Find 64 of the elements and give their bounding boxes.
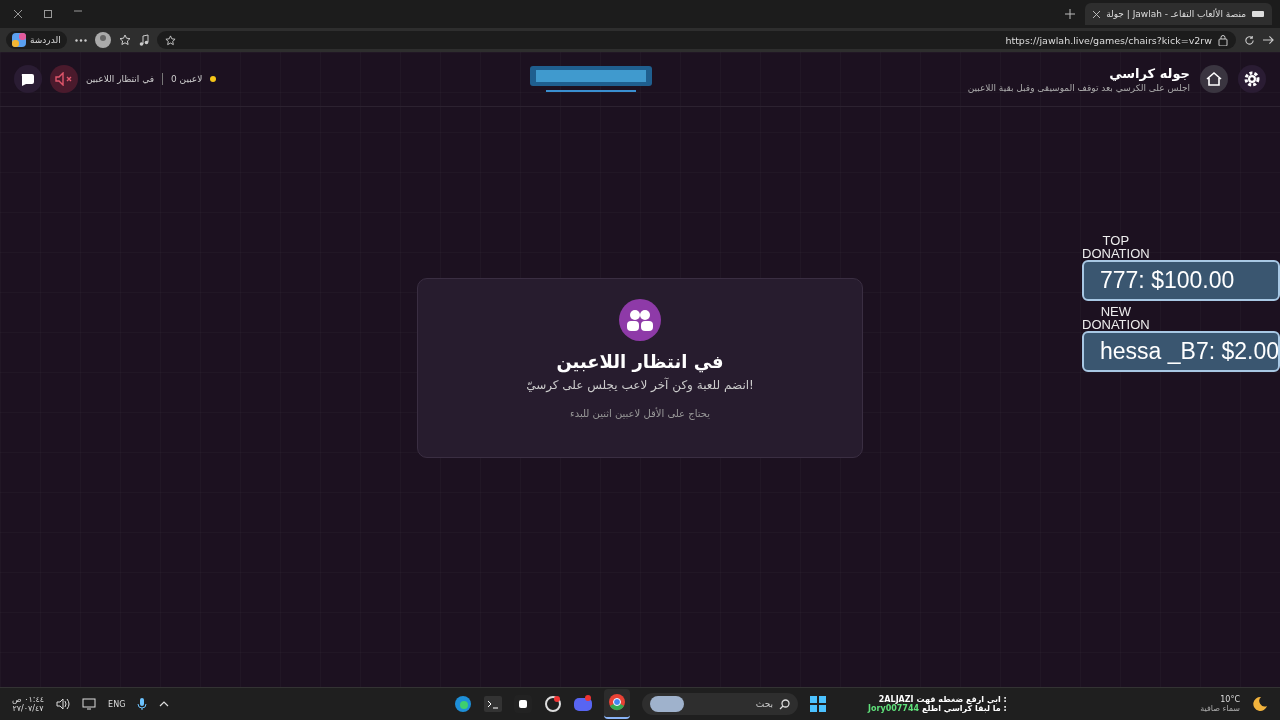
chat-button[interactable]: الدردشة: [6, 31, 67, 49]
search-icon: [779, 698, 790, 710]
star-icon[interactable]: [164, 34, 176, 46]
clock-time[interactable]: ٠١:٤٤ ص: [12, 695, 45, 704]
lock-icon: [1218, 34, 1228, 46]
tab-title: جولة | Jawlah - منصة الألعاب التفاعـ: [1106, 9, 1246, 19]
status-text: في انتظار اللاعبين: [86, 74, 154, 84]
chevron-up-icon[interactable]: [159, 701, 170, 707]
speaker-icon: [55, 72, 73, 86]
donation-box: hessa _B7: $2.00: [1082, 331, 1280, 372]
forward-icon[interactable]: [1263, 35, 1274, 45]
site-icon: [1252, 9, 1264, 19]
mute-button[interactable]: [50, 65, 78, 93]
chat-app-icon[interactable]: [574, 695, 592, 713]
home-icon: [1205, 70, 1223, 88]
terminal-icon[interactable]: [484, 695, 502, 713]
close-icon[interactable]: [1093, 10, 1101, 18]
donation-label: NEW DONATION: [1082, 305, 1150, 331]
game-subtitle: اجلس على الكرسي بعد توقف الموسيقى وقبل بقية اللاعبين: [967, 82, 1190, 93]
players-icon: [619, 299, 661, 341]
chat-user: 2ALJAZI: [878, 695, 914, 704]
chrome-icon: [608, 693, 626, 711]
close-icon[interactable]: [14, 10, 22, 18]
windows-icon[interactable]: [810, 696, 826, 712]
gear-icon: [1243, 70, 1261, 88]
chat-icon: [20, 71, 36, 87]
donation-box: 777: $100.00: [1082, 260, 1280, 301]
status-dot: [210, 76, 217, 82]
favorites-icon[interactable]: [118, 34, 131, 46]
game-title: جوله كراسي: [1109, 65, 1190, 81]
browser-icon[interactable]: [454, 695, 472, 713]
restore-icon[interactable]: [44, 10, 52, 18]
clock-date[interactable]: ٢٧/٠٧/٤٧: [12, 704, 44, 713]
moon-icon: [1252, 696, 1268, 712]
copilot-icon: [12, 33, 26, 47]
player-count: 0 لاعبين: [171, 74, 203, 84]
active-app[interactable]: [604, 689, 630, 719]
card-text: انضم للعبة وكن آخر لاعب يجلس على كرسيّ!: [526, 378, 754, 392]
new-tab-icon[interactable]: [1065, 9, 1076, 19]
language-indicator[interactable]: ENG: [108, 699, 126, 709]
search-field[interactable]: بحث: [642, 693, 798, 715]
monitor-icon[interactable]: [82, 698, 97, 710]
chat-message: : ما لبقا كراسي اطلع: [922, 704, 1007, 713]
volume-icon[interactable]: [56, 698, 71, 710]
profile-icon[interactable]: [94, 32, 111, 48]
refresh-icon[interactable]: [1244, 34, 1255, 46]
card-hint: يحتاج على الأقل لاعبين اثنين للبدء: [570, 408, 710, 419]
settings-button[interactable]: [1238, 65, 1266, 93]
card-title: في انتظار اللاعبين: [556, 351, 724, 372]
chat-user: Jory007744: [868, 704, 920, 713]
donation-label: TOP DONATION: [1082, 234, 1150, 260]
weather-text: سماء صافية: [1200, 704, 1240, 713]
temperature: 10°C: [1220, 695, 1240, 704]
address-bar[interactable]: https://jawlah.live/games/chairs?kick=v2rw: [156, 31, 1236, 49]
landscape-picture: [650, 696, 684, 712]
browser-tab[interactable]: جولة | Jawlah - منصة الألعاب التفاعـ: [1085, 3, 1272, 25]
music-icon[interactable]: [138, 34, 149, 46]
microphone-icon[interactable]: [137, 697, 148, 711]
app-icon[interactable]: [544, 695, 562, 713]
more-icon[interactable]: [74, 38, 87, 42]
chat-message: : ابي ارقع ضغطه قهت: [916, 695, 1007, 704]
home-button[interactable]: [1200, 65, 1228, 93]
url-text[interactable]: https://jawlah.live/games/chairs?kick=v2rw: [1005, 34, 1212, 46]
chat-button[interactable]: [14, 65, 42, 93]
